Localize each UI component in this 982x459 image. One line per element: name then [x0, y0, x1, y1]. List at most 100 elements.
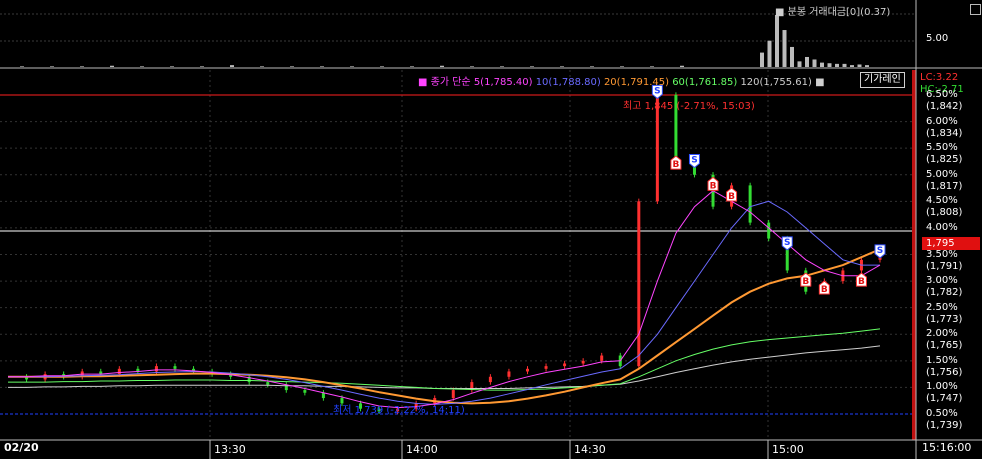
legend-item: 20(1,791.45) [600, 77, 670, 88]
volume-bar [140, 66, 144, 67]
legend-item: 5(1,785.40) [473, 77, 533, 88]
high-label: 최고 1,845 (-2.71%, 15:03) [623, 101, 755, 112]
candle-body [581, 360, 585, 364]
volume-bar [620, 66, 624, 67]
ma10-line [8, 200, 880, 405]
volume-bar [805, 56, 809, 67]
axis-pct-label: 4.50% [926, 195, 958, 207]
volume-bar [812, 59, 817, 67]
volume-bar [782, 30, 787, 67]
volume-bar [760, 52, 764, 67]
price-panel: SB SBBSBBBS [0, 70, 916, 440]
volume-bar [380, 66, 384, 67]
candle-body [600, 355, 604, 361]
volume-bar [110, 65, 114, 67]
legend-item: 120(1,755.61) [737, 77, 812, 88]
volume-bar [260, 66, 264, 67]
volume-bar [230, 65, 234, 67]
buy-marker-label: B [858, 277, 865, 287]
candle-body [303, 390, 307, 393]
buy-marker-label: B [710, 181, 717, 191]
volume-bar [530, 66, 534, 67]
volume-bar [767, 40, 772, 67]
volume-bar [80, 66, 84, 67]
current-price-flag: 1,795 [922, 237, 980, 250]
ma120-line [8, 345, 881, 389]
volume-bar [850, 65, 854, 67]
volume-bar [820, 62, 824, 67]
candle-body [488, 376, 492, 383]
sell-marker-label: S [691, 155, 697, 165]
volume-bar [797, 61, 802, 67]
legend-item: 10(1,788.80) [532, 77, 601, 88]
axis-pct-label: 6.50% [926, 89, 958, 100]
axis-pct-label: 3.50% [926, 248, 958, 260]
volume-bar [290, 66, 294, 67]
candle-body [321, 392, 325, 399]
candle-body [154, 366, 158, 372]
volume-bar [170, 66, 174, 67]
buy-signal-icon: B [707, 176, 719, 191]
volume-axis-label: 5.00 [926, 33, 949, 44]
volume-bar [200, 66, 204, 67]
axis-price-label: (1,739) [926, 420, 963, 431]
sell-signal-icon: S [688, 153, 700, 169]
axis-price-label: (1,808) [926, 207, 963, 219]
volume-bar [560, 66, 564, 67]
candle-body [748, 185, 752, 223]
sell-marker-label: S [784, 238, 790, 248]
buy-signal-icon: B [726, 187, 738, 202]
axis-price-label: (1,842) [926, 101, 963, 112]
legend-title: 종가 단순 [430, 77, 471, 88]
volume-bar [590, 66, 594, 67]
volume-bar [827, 63, 832, 67]
candle-body [451, 390, 455, 399]
buy-signal-icon: B [818, 280, 830, 295]
buy-marker-label: B [802, 277, 809, 287]
buy-signal-icon: B [855, 272, 867, 287]
date-label: 02/20 [4, 441, 39, 454]
volume-bar [50, 66, 54, 67]
candle-body [525, 368, 529, 372]
candle-body [117, 368, 121, 375]
volume-bar [857, 64, 862, 67]
chart-canvas[interactable]: SB SBBSBBBS 13:30 14:00 14:30 15:00 [0, 0, 982, 459]
volume-bar [500, 66, 504, 67]
axis-price-label: (1,782) [926, 287, 963, 299]
volume-bar [775, 15, 779, 67]
ma-legend: ■ 종가 단순 5(1,785.40) 10(1,788.80) 20(1,79… [418, 77, 825, 88]
volume-title: ■ 분봉 거래대금[0](0.37) [775, 7, 891, 18]
axis-pct-label: 6.00% [926, 115, 958, 127]
volume-bar [842, 63, 847, 67]
volume-bar [350, 66, 354, 67]
legend-item: 60(1,761.85) [669, 77, 738, 88]
axis-pct-label: 3.00% [926, 275, 958, 287]
axis-price-label: (1,791) [926, 260, 963, 272]
buy-marker-label: B [672, 160, 679, 170]
volume-bar [410, 66, 414, 67]
candle-body [767, 222, 771, 239]
giga-lane-button[interactable]: 기가레인 [860, 72, 905, 88]
candle-body [173, 366, 177, 369]
axis-pct-label: 0.50% [926, 408, 958, 419]
axis-pct-label: 1.00% [926, 381, 958, 393]
time-tick-label: 13:30 [214, 443, 246, 456]
axis-pct-label: 5.50% [926, 142, 958, 154]
volume-bar [440, 65, 444, 67]
close-icon[interactable] [970, 4, 981, 15]
time-tick-label: 14:30 [574, 443, 606, 456]
volume-bar [20, 66, 24, 67]
volume-title-text: 분봉 거래대금[0](0.37) [787, 7, 891, 18]
sell-signal-icon: S [781, 236, 793, 251]
axis-pct-label: 5.00% [926, 168, 958, 180]
volume-bar [835, 63, 839, 67]
candle-body [544, 366, 548, 369]
lc-label: LC:3.22 [920, 72, 959, 83]
candle-body [563, 363, 567, 367]
axis-pct-label: 2.00% [926, 328, 958, 340]
low-label: 최저 1,739 (-2.22%, 14:11) [333, 405, 465, 416]
volume-bar [650, 66, 654, 67]
right-edge-bar [912, 70, 916, 440]
sell-signal-icon: S [874, 244, 886, 259]
volume-panel [0, 13, 982, 69]
